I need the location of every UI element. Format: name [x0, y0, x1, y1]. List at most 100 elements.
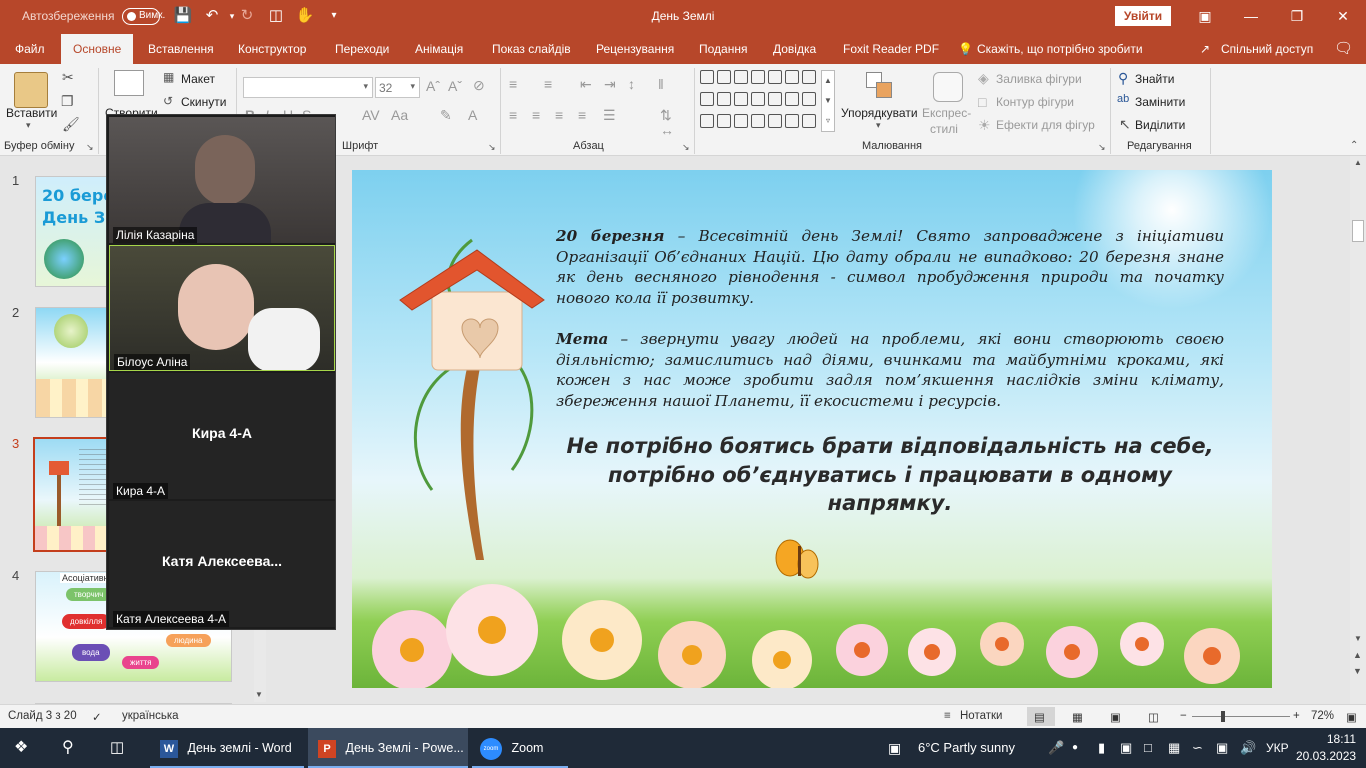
participant-tile[interactable]: Лілія Казаріна — [109, 117, 335, 243]
drawing-launcher-icon[interactable]: ↘ — [1098, 142, 1106, 153]
participant-tile-active-speaker[interactable]: Білоус Аліна — [109, 245, 335, 371]
app-tray-icon[interactable]: ▣ — [1120, 728, 1132, 768]
autosave-toggle[interactable]: Вимк. — [122, 8, 165, 25]
monitor-icon[interactable]: ▣ — [1216, 728, 1228, 768]
tab-home[interactable]: Основне — [61, 34, 134, 64]
align-text-icon[interactable]: ↔ — [660, 122, 674, 138]
zoom-gallery[interactable]: Лілія Казаріна Білоус Аліна Кира 4-А Кир… — [106, 114, 336, 630]
normal-view-icon[interactable]: ▤ — [1034, 710, 1045, 724]
tab-help[interactable]: Довідка — [773, 34, 816, 64]
touch-mode-icon[interactable]: ✋ — [295, 6, 315, 26]
current-slide[interactable]: 20 березня – Всесвітній день Землі! Свят… — [352, 170, 1272, 688]
chat-tray-icon[interactable]: □ — [1144, 728, 1152, 768]
redo-icon[interactable]: ↻ — [237, 6, 257, 26]
decrease-font-icon[interactable]: Aˇ — [448, 78, 462, 94]
align-right-icon[interactable]: ≡ — [555, 107, 563, 123]
shape-item[interactable] — [700, 92, 714, 106]
input-language[interactable]: УКР — [1266, 728, 1289, 768]
shape-item[interactable] — [751, 70, 765, 84]
participant-tile[interactable]: Кира 4-А Кира 4-А — [109, 373, 335, 499]
font-color-icon[interactable]: A — [468, 107, 477, 123]
tab-file[interactable]: Файл — [15, 34, 45, 64]
present-icon[interactable]: ◫ — [266, 6, 286, 26]
scroll-down-icon[interactable]: ▼ — [1354, 634, 1362, 643]
tell-me-input[interactable]: Скажіть, що потрібно зробити — [977, 34, 1143, 64]
save-icon[interactable]: 💾 — [173, 6, 193, 26]
taskbar-app-powerpoint[interactable]: P День Землі - Powe... — [308, 728, 468, 768]
justify-icon[interactable]: ≡ — [578, 107, 586, 123]
highlight-icon[interactable]: ✎ — [440, 107, 452, 124]
restore-icon[interactable]: ❐ — [1274, 0, 1320, 32]
shape-item[interactable] — [734, 114, 748, 128]
close-icon[interactable]: ✕ — [1320, 0, 1366, 32]
bullets-icon[interactable]: ≡ — [509, 76, 517, 92]
zoom-out-icon[interactable]: − — [1180, 710, 1187, 722]
align-left-icon[interactable]: ≡ — [509, 107, 517, 123]
shapes-gallery-scroll[interactable]: ▲ ▼ ▿ — [821, 70, 835, 132]
volume-icon[interactable]: 🔊 — [1240, 728, 1256, 768]
undo-icon[interactable]: ↶ — [202, 6, 222, 26]
shape-item[interactable] — [802, 70, 816, 84]
shape-item[interactable] — [802, 114, 816, 128]
shape-item[interactable] — [768, 92, 782, 106]
increase-indent-icon[interactable]: ⇥ — [604, 76, 616, 93]
shape-item[interactable] — [768, 114, 782, 128]
battery-icon[interactable]: ▮ — [1098, 728, 1105, 768]
shape-item[interactable] — [751, 92, 765, 106]
shape-item[interactable] — [717, 92, 731, 106]
font-size-field[interactable]: 32 ▾ — [375, 77, 420, 98]
line-spacing-icon[interactable]: ↕ — [628, 76, 635, 92]
slideshow-view-icon[interactable]: ◫ — [1148, 710, 1159, 724]
arrange-dropdown-icon[interactable]: ▾ — [876, 120, 881, 131]
clear-format-icon[interactable]: ⊘ — [473, 77, 485, 94]
shape-effects-button[interactable]: Ефекти для фігур — [996, 118, 1095, 132]
shape-item[interactable] — [734, 92, 748, 106]
zoom-slider-thumb[interactable] — [1221, 711, 1225, 722]
scroll-thumb[interactable] — [1352, 220, 1364, 242]
slide-quote[interactable]: Не потрібно боятись брати відповідальніс… — [556, 432, 1224, 518]
paragraph-launcher-icon[interactable]: ↘ — [682, 142, 690, 153]
align-center-icon[interactable]: ≡ — [532, 107, 540, 123]
folder-tray-icon[interactable]: ▦ — [1168, 728, 1180, 768]
windows-start-icon[interactable]: ❖ — [14, 728, 28, 768]
task-view-icon[interactable]: ◫ — [110, 728, 124, 768]
notes-button[interactable]: Нотатки — [960, 710, 1002, 722]
shape-item[interactable] — [785, 70, 799, 84]
clipboard-launcher-icon[interactable]: ↘ — [86, 142, 94, 153]
sign-in-button[interactable]: Увійти — [1115, 6, 1171, 26]
language-indicator[interactable]: українська — [122, 710, 179, 722]
weather-text[interactable]: 6°C Partly sunny — [918, 728, 1015, 768]
shape-item[interactable] — [751, 114, 765, 128]
scroll-up-icon[interactable]: ▲ — [1354, 158, 1362, 167]
zoom-level[interactable]: 72% — [1311, 710, 1334, 722]
collapse-ribbon-icon[interactable]: ⌃ — [1350, 140, 1358, 151]
increase-font-icon[interactable]: Aˆ — [426, 78, 440, 94]
tab-view[interactable]: Подання — [699, 34, 747, 64]
change-case-icon[interactable]: Aa — [391, 107, 408, 123]
taskbar-app-word[interactable]: W День землі - Word — [150, 728, 304, 768]
font-launcher-icon[interactable]: ↘ — [488, 142, 496, 153]
tab-slideshow[interactable]: Показ слайдів — [492, 34, 571, 64]
taskbar-app-zoom[interactable]: zoom Zoom — [472, 728, 568, 768]
spelling-icon[interactable]: ✓ — [92, 710, 102, 724]
tab-review[interactable]: Рецензування — [596, 34, 674, 64]
shape-fill-button[interactable]: Заливка фігури — [996, 72, 1082, 86]
comments-icon[interactable]: 🗨 — [1334, 34, 1353, 64]
minimize-icon[interactable]: — — [1228, 0, 1274, 32]
select-button[interactable]: Виділити — [1135, 118, 1185, 132]
shapes-gallery[interactable] — [700, 70, 820, 132]
slide-sorter-icon[interactable]: ▦ — [1072, 710, 1083, 724]
shape-item[interactable] — [717, 70, 731, 84]
shape-outline-button[interactable]: Контур фігури — [996, 95, 1074, 109]
numbering-icon[interactable]: ≡ — [544, 76, 552, 92]
customize-qat-icon[interactable]: ▾ — [324, 6, 344, 26]
shape-item[interactable] — [700, 114, 714, 128]
paste-icon[interactable] — [14, 72, 48, 108]
tab-insert[interactable]: Вставлення — [148, 34, 214, 64]
format-painter-icon[interactable]: 🖌 — [62, 116, 80, 133]
tab-transitions[interactable]: Переходи — [335, 34, 389, 64]
scroll-down-icon[interactable]: ▼ — [255, 690, 263, 699]
weather-icon[interactable]: ▣ — [888, 728, 901, 768]
wifi-icon[interactable]: ∽ — [1192, 728, 1203, 768]
new-slide-icon[interactable] — [114, 70, 144, 96]
